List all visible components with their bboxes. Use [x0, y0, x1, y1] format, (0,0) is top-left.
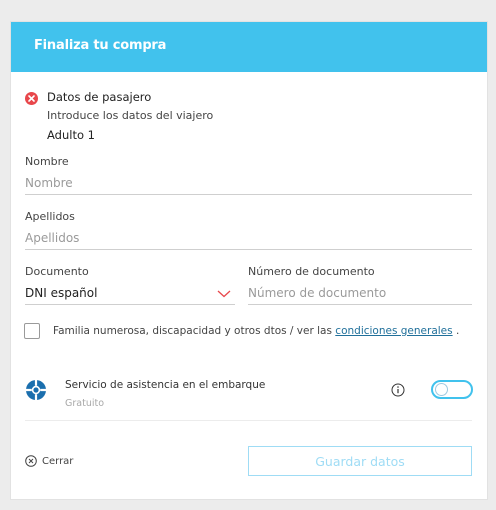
general-conditions-link[interactable]: condiciones generales: [335, 325, 452, 337]
discount-checkbox[interactable]: [24, 323, 40, 339]
purchase-card: Finaliza tu compra Datos de pasajero Int…: [10, 21, 488, 500]
discount-text-after: .: [452, 325, 460, 337]
surname-label: Apellidos: [25, 210, 75, 223]
toggle-knob: [435, 383, 448, 396]
close-circle-icon: [25, 455, 37, 467]
document-label: Documento: [25, 265, 89, 278]
header-title: Finaliza tu compra: [34, 38, 167, 53]
discount-text-before: Familia numerosa, discapacidad y otros d…: [53, 325, 336, 337]
lifebuoy-icon: [26, 380, 46, 400]
header-bar: Finaliza tu compra: [11, 22, 487, 72]
passenger-subtitle: Introduce los datos del viajero: [47, 109, 214, 122]
name-label: Nombre: [25, 155, 69, 168]
passenger-section-title: Datos de pasajero: [47, 90, 152, 104]
divider: [25, 420, 472, 421]
passenger-type: Adulto 1: [47, 128, 95, 142]
close-button[interactable]: Cerrar: [25, 455, 73, 467]
surname-input[interactable]: [25, 227, 472, 250]
document-number-label: Número de documento: [248, 265, 375, 278]
error-circle-icon: [25, 92, 38, 105]
name-input[interactable]: [25, 172, 472, 195]
assistance-toggle[interactable]: [431, 380, 473, 399]
assistance-subtitle: Gratuito: [65, 398, 105, 409]
assistance-title: Servicio de asistencia en el embarque: [65, 379, 266, 391]
document-selected-value: DNI español: [25, 286, 98, 300]
save-data-button[interactable]: Guardar datos: [248, 446, 472, 476]
document-select[interactable]: DNI español: [25, 282, 235, 305]
info-icon[interactable]: [391, 383, 405, 397]
close-label: Cerrar: [42, 455, 74, 467]
document-number-input[interactable]: [248, 282, 472, 305]
discount-text: Familia numerosa, discapacidad y otros d…: [53, 325, 459, 337]
chevron-down-icon: [217, 290, 231, 298]
